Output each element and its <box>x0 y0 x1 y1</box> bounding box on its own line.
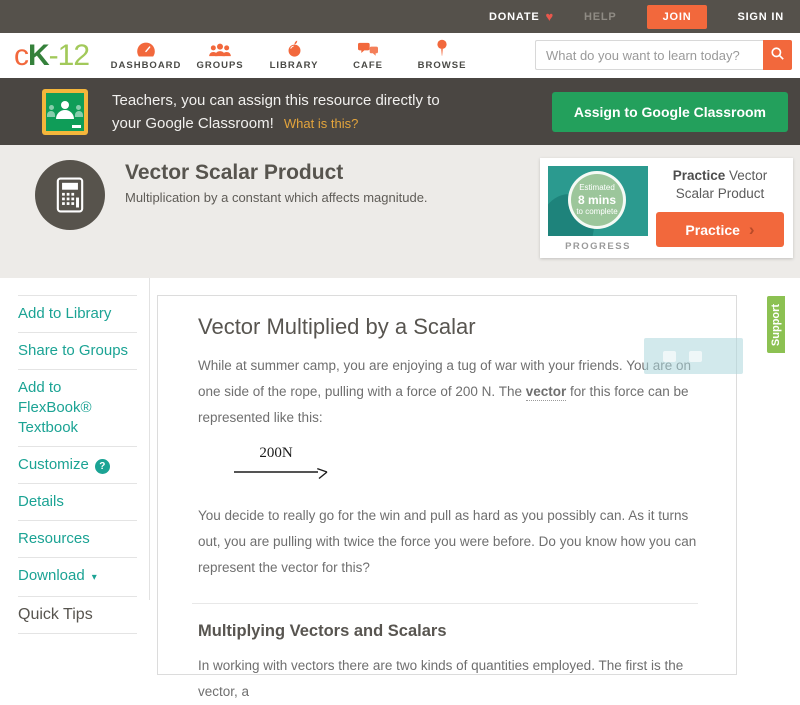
paragraph-3: In working with vectors there are two ki… <box>198 658 684 699</box>
ck12-logo[interactable]: cK-12 <box>14 38 90 72</box>
search-icon <box>770 46 785 64</box>
text-selection-popup[interactable] <box>644 338 743 374</box>
support-tab-label: Support <box>770 303 783 346</box>
help-link[interactable]: HELP <box>584 11 617 23</box>
top-utility-bar: DONATE ♥ HELP JOIN SIGN IN <box>0 0 800 33</box>
search-button[interactable] <box>763 40 792 70</box>
estimate-minutes: 8 mins <box>577 192 616 207</box>
vector-arrow-figure: 200N <box>214 441 706 491</box>
nav-item-groups[interactable]: GROUPS <box>183 40 257 71</box>
figure-label: 200N <box>259 445 293 461</box>
chevron-down-icon: ▾ <box>91 572 97 583</box>
nav-items: DASHBOARD GROUPS LIBRARY CAFE BROWSE <box>109 39 479 71</box>
nav-label: GROUPS <box>196 60 244 71</box>
cafe-icon <box>357 40 379 57</box>
groups-icon <box>208 40 232 57</box>
article-heading: Vector Multiplied by a Scalar <box>198 314 476 339</box>
paragraph-1: While at summer camp, you are enjoying a… <box>198 353 706 431</box>
banner-message: Teachers, you can assign this resource d… <box>112 89 440 135</box>
main-navbar: cK-12 DASHBOARD GROUPS LIBRARY CAFE BROW… <box>0 33 800 78</box>
article: Vector Multiplied by a Scalar While at s… <box>192 314 706 705</box>
banner-message-line2: your Google Classroom! <box>112 114 274 132</box>
sidebar-item-label: Customize <box>18 456 89 473</box>
sidebar-item-add-to-library[interactable]: Add to Library <box>18 296 137 333</box>
nav-item-dashboard[interactable]: DASHBOARD <box>109 40 183 71</box>
lesson-content-card: Vector Multiplied by a Scalar While at s… <box>157 295 743 699</box>
nav-item-library[interactable]: LIBRARY <box>257 40 331 71</box>
assign-to-classroom-button[interactable]: Assign to Google Classroom <box>551 91 788 132</box>
question-badge-icon[interactable]: ? <box>94 459 110 474</box>
sidebar-item-resources[interactable]: Resources <box>18 521 137 558</box>
section-heading: Multiplying Vectors and Scalars <box>198 622 447 640</box>
calculator-icon <box>35 160 105 230</box>
paragraph-2: You decide to really go for the win and … <box>198 508 697 575</box>
logo-12: -12 <box>48 38 90 72</box>
nav-item-cafe[interactable]: CAFE <box>331 40 405 71</box>
practice-card: Estimated 8 mins to complete PROGRESS Pr… <box>540 158 793 258</box>
dashboard-icon <box>136 40 156 57</box>
sidebar: Add to Library Share to Groups Add to Fl… <box>0 278 150 634</box>
page-subtitle: Multiplication by a constant which affec… <box>125 190 428 205</box>
sidebar-item-share-to-groups[interactable]: Share to Groups <box>18 333 137 370</box>
chevron-right-icon: › <box>748 220 755 239</box>
google-classroom-icon-inner <box>46 92 84 131</box>
estimated-time-badge: Estimated 8 mins to complete <box>568 171 626 229</box>
practice-thumbnail[interactable]: Estimated 8 mins to complete <box>548 166 648 236</box>
logo-c: c <box>14 38 29 72</box>
donate-link[interactable]: DONATE ♥ <box>489 9 554 24</box>
practice-button-label: Practice <box>685 221 740 238</box>
heart-icon: ♥ <box>545 9 555 24</box>
section-divider <box>192 603 698 604</box>
nav-label: DASHBOARD <box>110 60 182 71</box>
search-bar <box>535 40 792 70</box>
google-classroom-icon <box>42 88 88 135</box>
sign-in-button[interactable]: SIGN IN <box>737 11 784 23</box>
vector-term-link[interactable]: vector <box>525 384 567 401</box>
practice-title: Practice Vector Scalar Product <box>654 167 786 203</box>
sidebar-item-add-to-flexbook[interactable]: Add to FlexBook® Textbook <box>18 370 137 447</box>
what-is-this-link[interactable]: What is this? <box>284 116 358 131</box>
nav-label: CAFE <box>353 60 383 71</box>
nav-label: LIBRARY <box>269 60 319 71</box>
sidebar-item-customize[interactable]: Customize? <box>18 447 137 484</box>
estimate-line1: Estimated <box>579 183 615 193</box>
donate-label: DONATE <box>489 10 540 23</box>
sidebar-item-download[interactable]: Download ▾ <box>18 558 137 597</box>
sidebar-item-details[interactable]: Details <box>18 484 137 521</box>
practice-button[interactable]: Practice › <box>656 212 784 247</box>
nav-label: BROWSE <box>417 60 467 71</box>
classroom-banner: Teachers, you can assign this resource d… <box>0 78 800 145</box>
nav-item-browse[interactable]: BROWSE <box>405 39 479 71</box>
progress-label: PROGRESS <box>565 241 631 252</box>
logo-k: K <box>28 38 50 72</box>
practice-info: Practice Vector Scalar Product Practice … <box>654 167 786 247</box>
sidebar-item-quick-tips[interactable]: Quick Tips <box>18 597 137 634</box>
page-title: Vector Scalar Product <box>125 161 344 184</box>
support-tab[interactable]: Support <box>767 296 785 353</box>
banner-message-line1: Teachers, you can assign this resource d… <box>112 91 440 109</box>
search-input[interactable] <box>535 40 763 70</box>
note-icon[interactable] <box>689 351 702 362</box>
sidebar-item-label: Download <box>18 567 85 584</box>
tweet-icon[interactable] <box>663 351 676 362</box>
lesson-header: Vector Scalar Product Multiplication by … <box>0 145 800 278</box>
practice-title-bold: Practice <box>672 168 726 183</box>
estimate-line3: to complete <box>576 207 618 217</box>
browse-icon <box>436 39 448 57</box>
library-icon <box>286 40 303 57</box>
join-button[interactable]: JOIN <box>646 4 708 29</box>
